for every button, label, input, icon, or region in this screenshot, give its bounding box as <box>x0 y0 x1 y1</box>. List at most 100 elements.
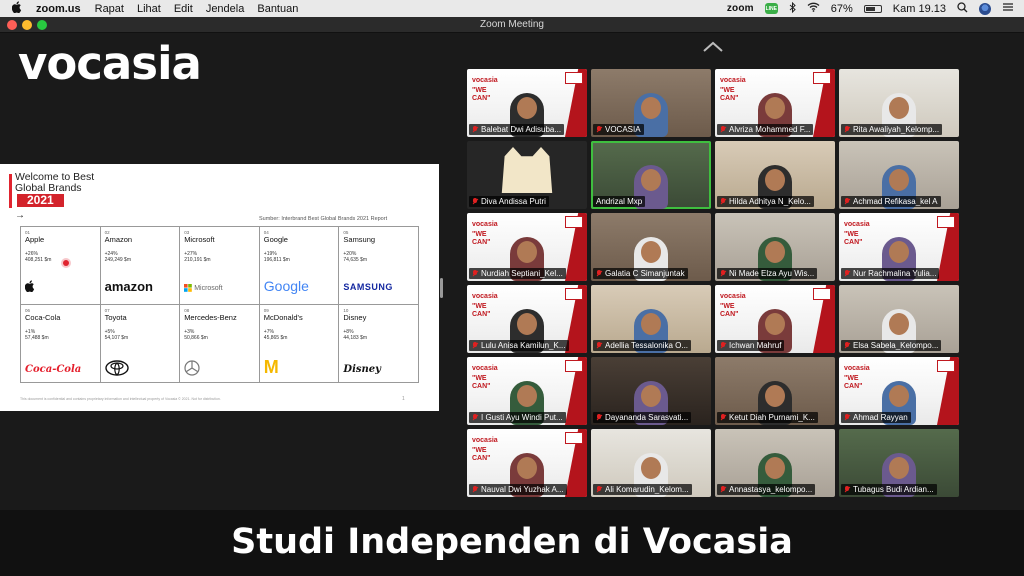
participant-name: Ahmad Rayyan <box>853 413 908 422</box>
menu-edit[interactable]: Edit <box>174 3 193 15</box>
virtual-background-brand: vocasia <box>472 365 498 372</box>
app-menu[interactable]: zoom.us <box>36 3 81 15</box>
background-badge <box>565 216 583 228</box>
menu-bantuan[interactable]: Bantuan <box>257 3 298 15</box>
participant-name: Hilda Adhitya N_Kelo... <box>729 197 811 206</box>
participant-tile[interactable]: vocasia "WE CAN" Alvriza Mohammed F... <box>715 69 835 137</box>
participant-tile[interactable]: Hilda Adhitya N_Kelo... <box>715 141 835 209</box>
participant-tile[interactable]: Rita Awaliyah_Kelomp... <box>839 69 959 137</box>
brand-cell-samsung: 05 Samsung +20% 74,635 $m SAMSUNG <box>339 227 419 305</box>
participant-name-label: Diva Andissa Putri <box>469 196 549 207</box>
zoom-status-item[interactable]: zoom <box>727 3 754 14</box>
control-center-icon[interactable] <box>1002 2 1014 15</box>
chevron-up-icon[interactable] <box>702 41 724 53</box>
participant-tile[interactable]: vocasia "WE CAN" I Gusti Ayu Windi Put... <box>467 357 587 425</box>
toyota-logo-icon <box>104 360 129 376</box>
participant-tile[interactable]: vocasia "WE CAN" Nauval Dwi Yuzhak A... <box>467 429 587 497</box>
participant-tile[interactable]: vocasia "WE CAN" Nurdiah Septiani_Kel... <box>467 213 587 281</box>
participant-tile[interactable]: vocasia "WE CAN" Balebat Dwi Adisuba... <box>467 69 587 137</box>
close-window-button[interactable] <box>7 20 17 30</box>
brand-cell-microsoft: 03 Microsoft +27% 210,191 $m Microsoft <box>180 227 260 305</box>
participant-tile[interactable]: Andrizal Mxp <box>591 141 711 209</box>
participant-name: Achmad Refikasa_kel A <box>853 197 938 206</box>
muted-mic-icon <box>720 270 726 277</box>
muted-mic-icon <box>844 126 850 133</box>
datetime[interactable]: Kam 19.13 <box>893 3 946 15</box>
muted-mic-icon <box>472 270 478 277</box>
microsoft-wordmark: Microsoft <box>194 284 223 292</box>
virtual-background-brand: vocasia <box>472 77 498 84</box>
user-avatar-icon[interactable] <box>979 2 991 15</box>
window-title-bar: Zoom Meeting <box>0 17 1024 33</box>
participant-name-label: Ali Komarudin_Kelom... <box>593 484 692 495</box>
virtual-background-brand: vocasia <box>844 365 870 372</box>
window-controls <box>7 20 47 30</box>
brand-value: 210,191 $m <box>184 257 211 263</box>
virtual-background-tag: "WE CAN" <box>472 231 491 246</box>
participant-name-label: Hilda Adhitya N_Kelo... <box>717 196 814 207</box>
menu-rapat[interactable]: Rapat <box>95 3 124 15</box>
participant-tile[interactable]: Ni Made Elza Ayu Wis... <box>715 213 835 281</box>
participant-tile[interactable]: vocasia "WE CAN" Lulu Anisa Kamilun_K... <box>467 285 587 353</box>
minimize-window-button[interactable] <box>22 20 32 30</box>
source-note: Sumber: Interbrand Best Global Brands 20… <box>259 216 388 222</box>
participant-tile[interactable]: Galatia C Simanjuntak <box>591 213 711 281</box>
apple-logo-icon <box>25 280 35 292</box>
participant-tile[interactable]: Diva Andissa Putri <box>467 141 587 209</box>
participant-tile[interactable]: vocasia "WE CAN" Ahmad Rayyan <box>839 357 959 425</box>
participant-tile[interactable]: Ketut Diah Purnami_K... <box>715 357 835 425</box>
muted-mic-icon <box>720 342 726 349</box>
background-badge <box>813 288 831 300</box>
split-resize-handle[interactable] <box>440 278 443 298</box>
muted-mic-icon <box>844 486 850 493</box>
virtual-background-tag: "WE CAN" <box>720 303 739 318</box>
participant-name-label: Elsa Sabela_Kelompo... <box>841 340 942 351</box>
virtual-background-tag: "WE CAN" <box>472 375 491 390</box>
mcdonalds-logo: M <box>263 357 279 377</box>
participant-tile[interactable]: Tubagus Budi Ardian... <box>839 429 959 497</box>
participant-tile[interactable]: VOCASIA <box>591 69 711 137</box>
brand-name: Coca-Cola <box>25 313 61 322</box>
participant-tile[interactable]: Elsa Sabela_Kelompo... <box>839 285 959 353</box>
fullscreen-window-button[interactable] <box>37 20 47 30</box>
bluetooth-icon[interactable] <box>789 1 796 16</box>
muted-mic-icon <box>844 414 850 421</box>
brand-grid: 01 Apple +26% 408,251 $m 02 Amazon +24% … <box>20 226 419 383</box>
title-accent-bar <box>9 174 12 208</box>
participant-tile[interactable]: Dayananda Sarasvati... <box>591 357 711 425</box>
participant-name: Adellia Tessalonika O... <box>605 341 689 350</box>
brand-name: Google <box>263 235 288 244</box>
search-icon[interactable] <box>957 1 968 16</box>
virtual-background-brand: vocasia <box>720 77 746 84</box>
slide-footer: This document is confidential and contai… <box>20 397 221 401</box>
year-badge: 2021 <box>17 194 64 207</box>
participant-name-label: Ketut Diah Purnami_K... <box>717 412 818 423</box>
apple-icon[interactable] <box>11 1 24 16</box>
caption-banner: Studi Independen di Vocasia <box>0 510 1024 576</box>
participant-tile[interactable]: Annastasya_kelompo... <box>715 429 835 497</box>
background-badge <box>565 288 583 300</box>
muted-mic-icon <box>844 270 850 277</box>
participant-name-label: Ni Made Elza Ayu Wis... <box>717 268 818 279</box>
brand-value: 74,635 $m <box>343 257 368 263</box>
participant-tile[interactable]: vocasia "WE CAN" Ichwan Mahruf <box>715 285 835 353</box>
participant-tile[interactable]: Adellia Tessalonika O... <box>591 285 711 353</box>
participant-name: Ichwan Mahruf <box>729 341 782 350</box>
participant-tile[interactable]: Ali Komarudin_Kelom... <box>591 429 711 497</box>
arrow-icon: → <box>15 210 25 221</box>
virtual-background-tag: "WE CAN" <box>844 231 863 246</box>
brand-name: Disney <box>343 313 367 322</box>
battery-icon[interactable] <box>863 4 882 13</box>
wifi-icon[interactable] <box>807 2 820 15</box>
participant-name: Elsa Sabela_Kelompo... <box>853 341 939 350</box>
menu-jendela[interactable]: Jendela <box>206 3 245 15</box>
background-badge <box>565 72 583 84</box>
participant-name: Lulu Anisa Kamilun_K... <box>481 341 566 350</box>
participant-name-label: Nauval Dwi Yuzhak A... <box>469 484 567 495</box>
participant-tile[interactable]: Achmad Refikasa_kel A <box>839 141 959 209</box>
line-icon[interactable]: LINE <box>764 3 778 14</box>
menu-lihat[interactable]: Lihat <box>137 3 161 15</box>
background-badge <box>813 72 831 84</box>
amazon-logo: amazon <box>104 279 153 294</box>
participant-tile[interactable]: vocasia "WE CAN" Nur Rachmalina Yulia... <box>839 213 959 281</box>
